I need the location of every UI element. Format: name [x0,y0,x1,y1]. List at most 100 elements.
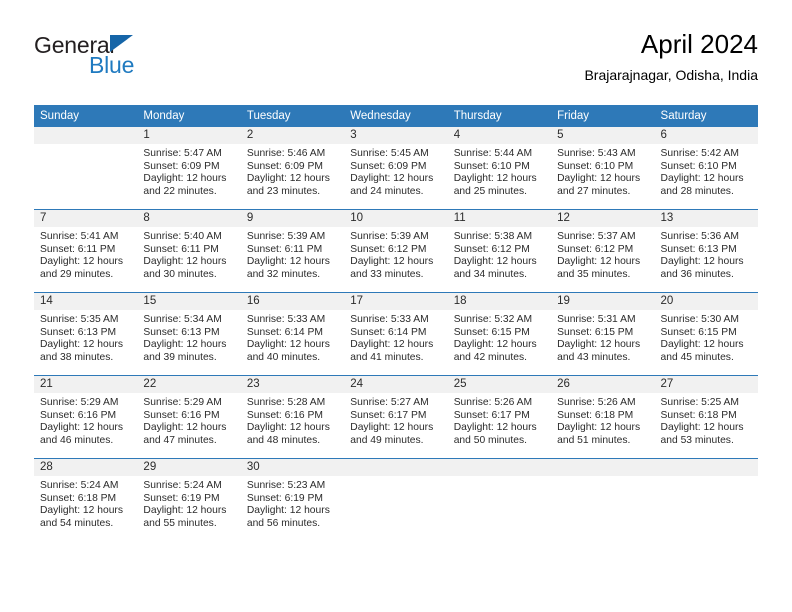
day-cell-details: Sunrise: 5:31 AM Sunset: 6:15 PM Daylight:… [551,310,654,364]
calendar-page: General Blue April 2024 Brajarajnagar, O… [0,0,792,612]
calendar-day-cell[interactable]: 20 Sunrise: 5:30 AM Sunset: 6:15 PM Dayligh… [654,292,758,376]
calendar-week-row: 1 Sunrise: 5:47 AM Sunset: 6:09 PM Daylight… [34,127,758,210]
calendar-day-cell[interactable] [344,458,448,541]
day-cell-details: Sunrise: 5:45 AM Sunset: 6:09 PM Daylight:… [344,144,447,198]
calendar-day-cell[interactable]: 30 Sunrise: 5:23 AM Sunset: 6:19 PM Dayligh… [240,458,345,541]
day-cell-details: Sunrise: 5:47 AM Sunset: 6:09 PM Daylight:… [137,144,240,198]
sunset-text: Sunset: 6:15 PM [557,326,634,338]
daylight-text-line2: and 49 minutes. [350,434,424,446]
day-number: 23 [240,376,345,393]
sunrise-text: Sunrise: 5:29 AM [40,397,119,408]
sunset-text: Sunset: 6:18 PM [40,492,117,504]
weekday-header-saturday: Saturday [654,105,758,127]
daylight-text-line2: and 50 minutes. [453,434,527,446]
sunset-text: Sunset: 6:10 PM [660,160,737,172]
day-cell-inner [344,459,448,541]
calendar-day-cell[interactable]: 8 Sunrise: 5:40 AM Sunset: 6:11 PM Daylight… [137,209,241,293]
calendar-day-cell[interactable]: 13 Sunrise: 5:36 AM Sunset: 6:13 PM Dayligh… [654,209,758,293]
daylight-text-line1: Daylight: 12 hours [350,422,434,434]
day-number: 17 [344,293,448,310]
calendar-day-cell[interactable]: 22 Sunrise: 5:29 AM Sunset: 6:16 PM Dayligh… [137,375,241,459]
day-cell-details: Sunrise: 5:39 AM Sunset: 6:11 PM Daylight:… [241,227,344,281]
day-number: 4 [447,127,552,144]
daylight-text-line2: and 42 minutes. [453,351,527,363]
calendar-day-cell[interactable]: 24 Sunrise: 5:27 AM Sunset: 6:17 PM Dayligh… [344,375,448,459]
daylight-text-line1: Daylight: 12 hours [246,256,330,268]
calendar-day-cell[interactable]: 7 Sunrise: 5:41 AM Sunset: 6:11 PM Daylight… [34,209,138,293]
sunrise-text: Sunrise: 5:36 AM [660,231,739,242]
calendar-day-cell[interactable]: 5 Sunrise: 5:43 AM Sunset: 6:10 PM Daylight… [551,127,655,210]
day-cell-inner: 1 Sunrise: 5:47 AM Sunset: 6:09 PM Daylight… [137,127,241,209]
day-cell-details: Sunrise: 5:43 AM Sunset: 6:10 PM Daylight:… [551,144,654,198]
day-cell-details: Sunrise: 5:27 AM Sunset: 6:17 PM Daylight:… [344,393,447,447]
calendar-day-cell[interactable]: 1 Sunrise: 5:47 AM Sunset: 6:09 PM Daylight… [137,127,241,210]
day-cell-inner: 5 Sunrise: 5:43 AM Sunset: 6:10 PM Daylight… [551,127,655,209]
day-cell-details: Sunrise: 5:36 AM Sunset: 6:13 PM Daylight:… [655,227,758,281]
day-cell-details: Sunrise: 5:38 AM Sunset: 6:12 PM Daylight:… [448,227,551,281]
day-cell-inner: 2 Sunrise: 5:46 AM Sunset: 6:09 PM Daylight… [240,127,345,209]
calendar-day-cell[interactable]: 11 Sunrise: 5:38 AM Sunset: 6:12 PM Dayligh… [447,209,552,293]
calendar-day-cell[interactable]: 17 Sunrise: 5:33 AM Sunset: 6:14 PM Dayligh… [344,292,448,376]
day-cell-inner: 29 Sunrise: 5:24 AM Sunset: 6:19 PM Dayligh… [137,459,241,541]
calendar-table: Sunday Monday Tuesday Wednesday Thursday… [34,105,758,541]
calendar-day-cell[interactable] [34,127,138,210]
calendar-day-cell[interactable]: 21 Sunrise: 5:29 AM Sunset: 6:16 PM Dayligh… [34,375,138,459]
weekday-header-friday: Friday [551,105,655,127]
sunset-text: Sunset: 6:15 PM [453,326,530,338]
daylight-text-line1: Daylight: 12 hours [246,339,330,351]
calendar-day-cell[interactable]: 9 Sunrise: 5:39 AM Sunset: 6:11 PM Daylight… [240,209,345,293]
daylight-text-line1: Daylight: 12 hours [350,339,434,351]
calendar-day-cell[interactable]: 29 Sunrise: 5:24 AM Sunset: 6:19 PM Dayligh… [137,458,241,541]
calendar-day-cell[interactable]: 3 Sunrise: 5:45 AM Sunset: 6:09 PM Daylight… [344,127,448,210]
daylight-text-line2: and 34 minutes. [453,268,527,280]
sunrise-text: Sunrise: 5:23 AM [246,480,326,491]
calendar-day-cell[interactable]: 14 Sunrise: 5:35 AM Sunset: 6:13 PM Dayligh… [34,292,138,376]
calendar-day-cell[interactable]: 4 Sunrise: 5:44 AM Sunset: 6:10 PM Daylight… [447,127,552,210]
daylight-text-line1: Daylight: 12 hours [557,256,641,268]
calendar-day-cell[interactable]: 28 Sunrise: 5:24 AM Sunset: 6:18 PM Dayligh… [34,458,138,541]
daylight-text-line2: and 33 minutes. [350,268,424,280]
calendar-day-cell[interactable]: 26 Sunrise: 5:26 AM Sunset: 6:18 PM Dayligh… [551,375,655,459]
calendar-day-cell[interactable]: 27 Sunrise: 5:25 AM Sunset: 6:18 PM Dayligh… [654,375,758,459]
day-number [344,459,448,476]
calendar-day-cell[interactable]: 10 Sunrise: 5:39 AM Sunset: 6:12 PM Dayligh… [344,209,448,293]
sunset-text: Sunset: 6:12 PM [350,243,427,255]
calendar-day-cell[interactable]: 23 Sunrise: 5:28 AM Sunset: 6:16 PM Dayligh… [240,375,345,459]
day-cell-details: Sunrise: 5:26 AM Sunset: 6:17 PM Daylight:… [448,393,551,447]
day-cell-details: Sunrise: 5:26 AM Sunset: 6:18 PM Daylight:… [551,393,654,447]
calendar-week-row: 14 Sunrise: 5:35 AM Sunset: 6:13 PM Dayligh… [34,292,758,376]
calendar-day-cell[interactable]: 2 Sunrise: 5:46 AM Sunset: 6:09 PM Daylight… [240,127,345,210]
daylight-text-line2: and 55 minutes. [143,517,217,529]
day-cell-inner: 27 Sunrise: 5:25 AM Sunset: 6:18 PM Dayligh… [654,376,758,458]
day-number: 13 [654,210,758,227]
calendar-day-cell[interactable]: 19 Sunrise: 5:31 AM Sunset: 6:15 PM Dayligh… [551,292,655,376]
calendar-day-cell[interactable]: 12 Sunrise: 5:37 AM Sunset: 6:12 PM Dayligh… [551,209,655,293]
day-number: 5 [551,127,655,144]
day-cell-inner: 19 Sunrise: 5:31 AM Sunset: 6:15 PM Dayligh… [551,293,655,375]
calendar-day-cell[interactable]: 15 Sunrise: 5:34 AM Sunset: 6:13 PM Dayligh… [137,292,241,376]
day-number [34,127,138,144]
calendar-day-cell[interactable] [551,458,655,541]
sunset-text: Sunset: 6:19 PM [143,492,220,504]
calendar-day-cell[interactable]: 6 Sunrise: 5:42 AM Sunset: 6:10 PM Daylight… [654,127,758,210]
daylight-text-line2: and 40 minutes. [246,351,321,363]
day-cell-inner: 28 Sunrise: 5:24 AM Sunset: 6:18 PM Dayligh… [34,459,138,541]
day-number: 7 [34,210,138,227]
sunset-text: Sunset: 6:09 PM [143,160,220,172]
daylight-text-line2: and 36 minutes. [660,268,734,280]
daylight-text-line2: and 32 minutes. [246,268,321,280]
sunrise-text: Sunrise: 5:30 AM [660,314,739,325]
calendar-day-cell[interactable] [447,458,552,541]
calendar-day-cell[interactable]: 16 Sunrise: 5:33 AM Sunset: 6:14 PM Dayligh… [240,292,345,376]
daylight-text-line1: Daylight: 12 hours [246,422,330,434]
calendar-day-cell[interactable]: 25 Sunrise: 5:26 AM Sunset: 6:17 PM Dayligh… [447,375,552,459]
day-number: 30 [240,459,345,476]
calendar-day-cell[interactable] [654,458,758,541]
calendar-day-cell[interactable]: 18 Sunrise: 5:32 AM Sunset: 6:15 PM Dayligh… [447,292,552,376]
day-cell-inner: 20 Sunrise: 5:30 AM Sunset: 6:15 PM Dayligh… [654,293,758,375]
title-block: April 2024 Brajarajnagar, Odisha, India [584,28,758,85]
sunset-text: Sunset: 6:18 PM [557,409,634,421]
triangle-icon [110,35,133,52]
sunset-text: Sunset: 6:11 PM [246,243,323,255]
sunset-text: Sunset: 6:12 PM [453,243,530,255]
